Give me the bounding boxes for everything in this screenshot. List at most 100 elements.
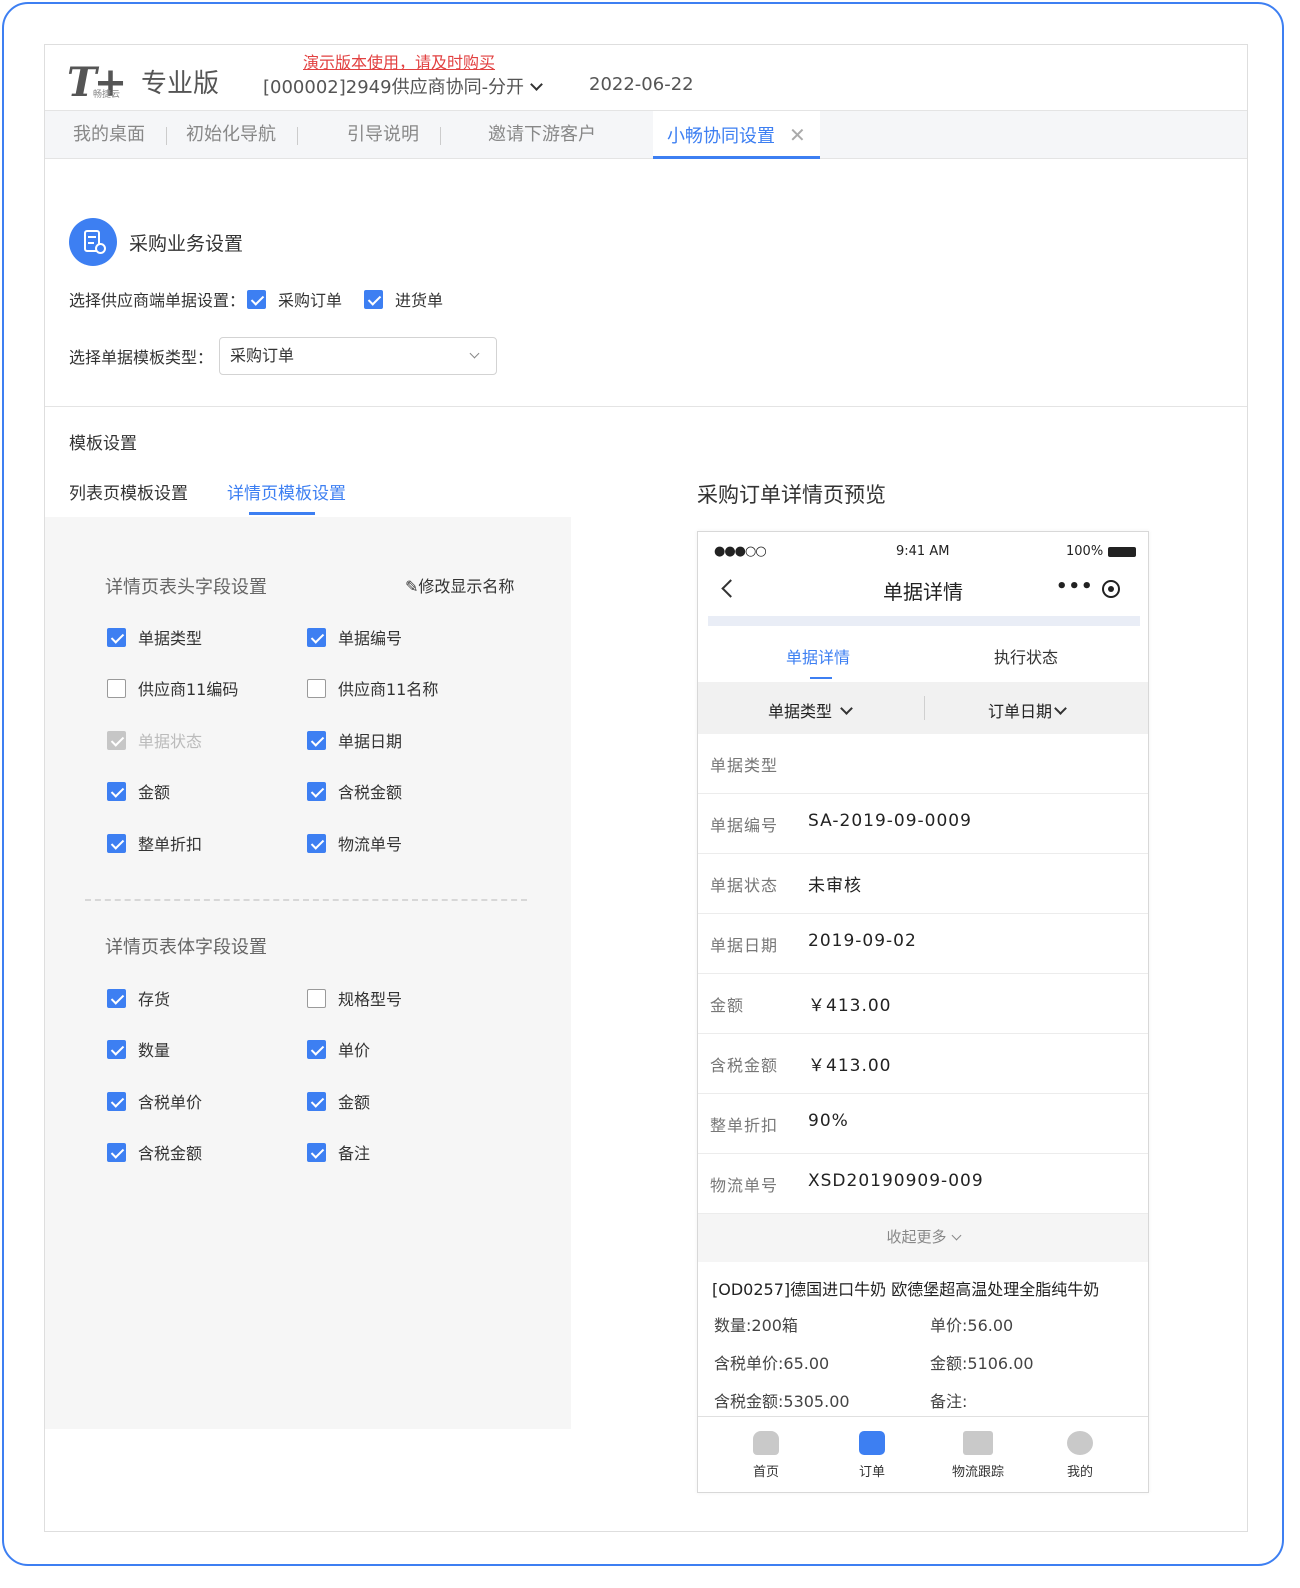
goods-tax-amount: 含税金额:5305.00 (714, 1392, 850, 1411)
filter-bar: 单据类型 订单日期 (698, 682, 1148, 734)
field-amount[interactable]: 金额 (107, 779, 170, 803)
row-value: SA-2019-09-0009 (808, 811, 972, 831)
checkbox[interactable] (307, 1091, 326, 1111)
system-date: 2022-06-22 (589, 74, 694, 95)
goods-price: 单价:56.00 (930, 1316, 1014, 1335)
field-quantity[interactable]: 数量 (107, 1037, 170, 1061)
detail-row: 整单折扣 90% (698, 1094, 1148, 1154)
field-tax-unit-price[interactable]: 含税单价 (107, 1089, 202, 1113)
template-type-label: 选择单据模板类型： (69, 348, 214, 367)
tab-detail-template[interactable]: 详情页模板设置 (227, 479, 346, 504)
body-fields-title: 详情页表体字段设置 (105, 937, 267, 958)
checkbox[interactable] (107, 627, 126, 647)
field-unit-price[interactable]: 单价 (307, 1037, 370, 1061)
tabbar-label: 订单 (858, 1465, 885, 1480)
tabbar-logistics[interactable]: 物流跟踪 (948, 1431, 1008, 1480)
tabbar-label: 首页 (752, 1465, 779, 1480)
document-settings-icon (69, 218, 117, 266)
edit-display-name-label: 修改显示名称 (418, 577, 515, 596)
field-supplier-name[interactable]: 供应商11名称 (307, 676, 438, 700)
field-spec[interactable]: 规格型号 (307, 986, 402, 1010)
filter-separator (924, 696, 925, 720)
checkbox[interactable] (107, 988, 126, 1008)
tab-desktop[interactable]: 我的桌面 (73, 111, 167, 159)
tabbar-home[interactable]: 首页 (736, 1431, 796, 1480)
field-doc-status: 单据状态 (107, 728, 202, 752)
tab-doc-detail[interactable]: 单据详情 (786, 644, 850, 668)
edit-display-name-button[interactable]: ✎修改显示名称 (405, 573, 514, 597)
active-tab-indicator (810, 677, 832, 679)
close-icon[interactable]: ✕ (789, 123, 806, 147)
goods-name: [OD0257]德国进口牛奶 欧德堡超高温处理全脂纯牛奶 (712, 1280, 1100, 1299)
checkbox[interactable] (107, 1091, 126, 1111)
field-label: 金额 (338, 1093, 371, 1112)
row-key: 整单折扣 (710, 1116, 779, 1135)
row-value: ￥413.00 (808, 1056, 892, 1076)
user-icon (1067, 1431, 1093, 1455)
filter-order-date[interactable]: 订单日期 (988, 698, 1067, 722)
chevron-down-icon (840, 702, 853, 715)
collapse-more-button[interactable]: 收起更多 (698, 1214, 1148, 1262)
dashed-divider (85, 899, 527, 901)
account-name: [000002]2949供应商协同-分开 (263, 77, 525, 98)
field-doc-type[interactable]: 单据类型 (107, 625, 202, 649)
more-icon[interactable]: ••• (1056, 576, 1094, 597)
checkbox[interactable] (307, 1142, 326, 1162)
screenshot-frame: T+ 畅捷云 专业版 演示版本使用，请及时购买 [000002]2949供应商协… (2, 2, 1284, 1566)
receipt-checkbox[interactable] (364, 289, 384, 309)
tab-list-template[interactable]: 列表页模板设置 (69, 479, 188, 504)
field-label: 供应商11名称 (338, 680, 439, 699)
field-logistics-no[interactable]: 物流单号 (307, 831, 402, 855)
tabbar-orders[interactable]: 订单 (842, 1431, 902, 1480)
tabbar-mine[interactable]: 我的 (1050, 1431, 1110, 1480)
field-body-tax-amount[interactable]: 含税金额 (107, 1140, 202, 1164)
field-label: 规格型号 (338, 990, 403, 1009)
field-inventory[interactable]: 存货 (107, 986, 170, 1010)
checkbox[interactable] (307, 730, 326, 750)
checkbox[interactable] (107, 833, 126, 853)
phone-preview: ●●●○○ 9:41 AM 100% 单据详情 ••• 单据详情 执行状态 单据… (697, 531, 1149, 1493)
checkbox[interactable] (307, 678, 326, 698)
chevron-down-icon (530, 78, 543, 91)
tab-init-guide[interactable]: 初始化导航 (186, 111, 298, 159)
checkbox[interactable] (107, 1039, 126, 1059)
tab-invite-customers[interactable]: 邀请下游客户 (488, 111, 596, 159)
tab-guide[interactable]: 引导说明 (347, 111, 441, 159)
checkbox[interactable] (107, 781, 126, 801)
field-doc-date[interactable]: 单据日期 (307, 728, 402, 752)
checkbox[interactable] (107, 1142, 126, 1162)
checkbox[interactable] (107, 678, 126, 698)
template-settings-title: 模板设置 (69, 434, 137, 454)
field-body-amount[interactable]: 金额 (307, 1089, 370, 1113)
field-supplier-code[interactable]: 供应商11编码 (107, 676, 238, 700)
field-label: 含税金额 (338, 783, 403, 802)
account-selector[interactable]: [000002]2949供应商协同-分开 (263, 73, 543, 99)
field-discount[interactable]: 整单折扣 (107, 831, 202, 855)
detail-row: 金额 ￥413.00 (698, 974, 1148, 1034)
tab-collab-settings[interactable]: 小畅协同设置 ✕ (653, 111, 820, 159)
demo-notice-link[interactable]: 演示版本使用，请及时购买 (303, 49, 495, 73)
field-remark[interactable]: 备注 (307, 1140, 370, 1164)
checkbox[interactable] (307, 988, 326, 1008)
checkbox[interactable] (307, 1039, 326, 1059)
purchase-order-checkbox[interactable] (247, 289, 267, 309)
checkbox[interactable] (307, 781, 326, 801)
close-target-icon[interactable] (1102, 580, 1120, 598)
row-key: 含税金额 (710, 1056, 779, 1075)
row-value: ￥413.00 (808, 996, 892, 1016)
page-tabs: 我的桌面 初始化导航 引导说明 邀请下游客户 小畅协同设置 ✕ (45, 111, 1247, 159)
field-doc-number[interactable]: 单据编号 (307, 625, 402, 649)
bottom-tab-bar: 首页 订单 物流跟踪 我的 (698, 1416, 1148, 1492)
field-tax-amount[interactable]: 含税金额 (307, 779, 402, 803)
detail-row: 单据编号 SA-2019-09-0009 (698, 794, 1148, 854)
checkbox[interactable] (307, 833, 326, 853)
filter-doc-type[interactable]: 单据类型 (768, 698, 853, 722)
decorative-band (708, 616, 1140, 626)
template-type-select[interactable]: 采购订单 (219, 337, 498, 375)
checkbox[interactable] (307, 627, 326, 647)
preview-title: 采购订单详情页预览 (697, 483, 886, 507)
tab-exec-status[interactable]: 执行状态 (994, 644, 1058, 668)
detail-row: 含税金额 ￥413.00 (698, 1034, 1148, 1094)
field-label: 单据类型 (138, 629, 203, 648)
row-value: 未审核 (808, 876, 862, 896)
